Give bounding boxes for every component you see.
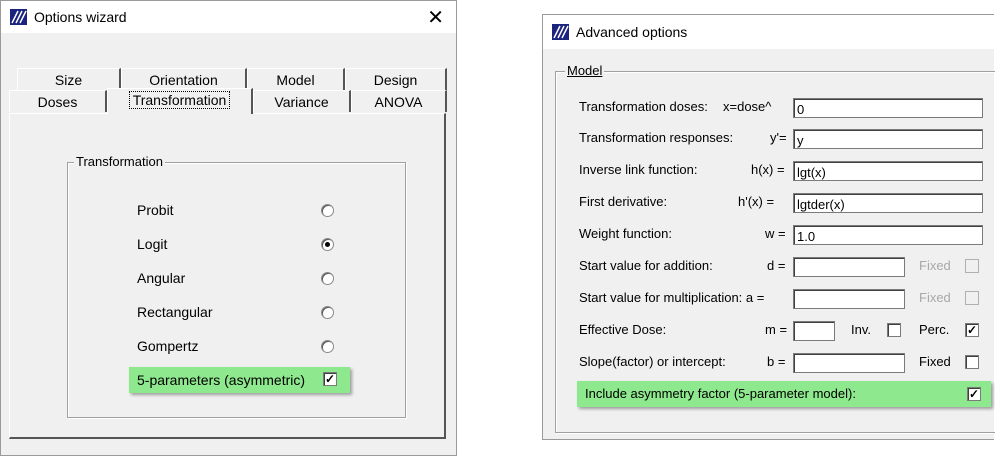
effective-dose-label: Effective Dose: <box>579 322 667 337</box>
option-logit-label: Logit <box>137 236 168 252</box>
transform-doses-input[interactable] <box>793 98 983 118</box>
tab-design[interactable]: Design <box>345 68 447 90</box>
asymmetry-checkbox[interactable]: ✓ <box>967 387 981 401</box>
model-group-label: Model <box>565 63 605 78</box>
asymmetry-label: Include asymmetry factor (5-parameter mo… <box>585 386 856 401</box>
radio-logit[interactable] <box>321 238 334 251</box>
effective-dose-input[interactable] <box>793 321 835 341</box>
slope-input[interactable] <box>793 353 905 373</box>
wizard-titlebar: Options wizard ✕ <box>1 1 456 33</box>
transformation-panel: Transformation Probit Logit Angular Rect… <box>9 113 446 439</box>
start-mult-input[interactable] <box>793 289 905 309</box>
advanced-app-icon <box>552 24 569 40</box>
first-derivative-input[interactable] <box>793 193 983 213</box>
tab-transformation[interactable]: Transformation <box>107 88 253 114</box>
tab-model[interactable]: Model <box>247 68 345 90</box>
first-derivative-label: First derivative: <box>579 194 668 209</box>
inv-label: Inv. <box>851 322 871 337</box>
radio-rectangular[interactable] <box>321 306 334 319</box>
weight-function-var: w = <box>765 226 786 241</box>
radio-probit[interactable] <box>321 204 334 217</box>
perc-label: Perc. <box>919 322 950 337</box>
start-mult-label: Start value for multiplication: a = <box>579 290 765 305</box>
first-derivative-var: h'(x) = <box>738 194 775 209</box>
weight-function-label: Weight function: <box>579 226 672 241</box>
tab-variance[interactable]: Variance <box>253 90 351 112</box>
wizard-tabs: Size Orientation Model Design Doses Tran… <box>9 39 447 439</box>
start-mult-fixed-label: Fixed <box>919 290 951 305</box>
transform-responses-label: Transformation responses: <box>579 130 734 145</box>
perc-checkbox[interactable]: ✓ <box>965 323 979 337</box>
five-param-label: 5-parameters (asymmetric) <box>137 372 306 388</box>
model-groupbox <box>555 71 995 433</box>
option-rectangular-label: Rectangular <box>137 304 213 320</box>
radio-gompertz[interactable] <box>321 340 334 353</box>
option-probit-label: Probit <box>137 202 174 218</box>
weight-function-input[interactable] <box>793 225 983 245</box>
wizard-app-icon <box>10 9 27 25</box>
inv-checkbox[interactable] <box>887 323 901 337</box>
slope-label: Slope(factor) or intercept: <box>579 354 726 369</box>
start-add-fixed-label: Fixed <box>919 258 951 273</box>
slope-fixed-label: Fixed <box>919 354 951 369</box>
start-add-input[interactable] <box>793 257 905 277</box>
tab-anova[interactable]: ANOVA <box>351 90 447 112</box>
inverse-link-var: h(x) = <box>751 162 785 177</box>
start-add-var: d = <box>767 258 786 273</box>
options-wizard-window: Options wizard ✕ Size Orientation Model … <box>0 0 457 456</box>
option-gompertz-label: Gompertz <box>137 338 199 354</box>
advanced-titlebar: Advanced options <box>543 15 994 49</box>
tab-size[interactable]: Size <box>17 68 121 90</box>
transformation-group-label: Transformation <box>74 154 165 169</box>
close-icon[interactable]: ✕ <box>427 5 444 30</box>
start-add-fixed-checkbox[interactable] <box>965 259 979 273</box>
advanced-options-window: Advanced options Model Transformation do… <box>542 14 995 440</box>
transform-responses-input[interactable] <box>793 129 983 149</box>
transform-doses-var: x=dose^ <box>723 99 772 114</box>
option-angular-label: Angular <box>137 270 186 286</box>
transform-responses-var: y'= <box>770 130 787 145</box>
effective-dose-var: m = <box>765 322 788 337</box>
transform-doses-label: Transformation doses: <box>579 99 708 114</box>
radio-angular[interactable] <box>321 272 334 285</box>
advanced-title: Advanced options <box>576 24 688 40</box>
start-mult-fixed-checkbox[interactable] <box>965 291 979 305</box>
inverse-link-input[interactable] <box>793 161 983 181</box>
tab-orientation[interactable]: Orientation <box>121 68 247 90</box>
inverse-link-label: Inverse link function: <box>579 162 698 177</box>
tab-doses[interactable]: Doses <box>9 90 107 112</box>
wizard-title: Options wizard <box>34 9 127 25</box>
slope-fixed-checkbox[interactable] <box>965 355 979 369</box>
five-param-checkbox[interactable]: ✓ <box>323 372 337 386</box>
slope-var: b = <box>767 354 786 369</box>
start-add-label: Start value for addition: <box>579 258 713 273</box>
